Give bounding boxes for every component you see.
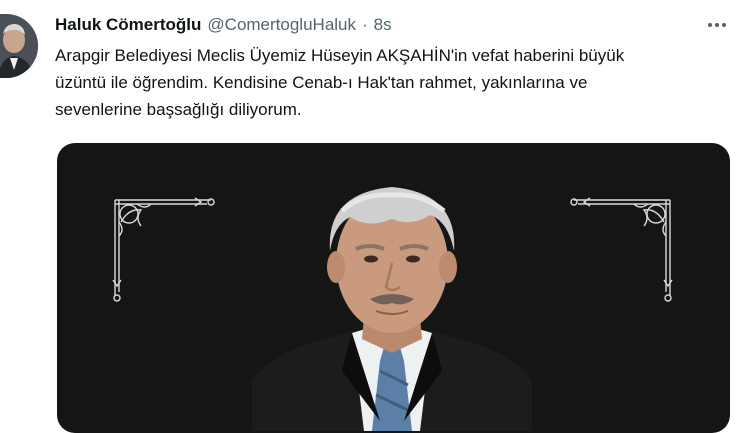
separator-dot: · — [362, 15, 368, 34]
corner-ornament-right — [570, 197, 673, 302]
author-name[interactable]: Haluk Cömertoğlu — [55, 15, 201, 35]
more-dot — [715, 23, 719, 27]
avatar[interactable] — [0, 14, 38, 78]
tweet-text-line: Arapgir Belediyesi Meclis Üyemiz Hüseyin… — [55, 46, 625, 65]
author-handle[interactable]: @ComertogluHaluk — [207, 15, 356, 35]
more-horizontal-icon[interactable] — [706, 14, 728, 36]
more-dot — [708, 23, 712, 27]
tweet-text-line: üzüntü ile öğrendim. Kendisine Cenab-ı H… — [55, 73, 588, 92]
tweet-media-image[interactable] — [57, 143, 730, 433]
corner-ornament-left — [112, 197, 215, 302]
more-dot — [722, 23, 726, 27]
tweet-timestamp[interactable]: 8s — [374, 15, 392, 35]
portrait-photo — [252, 187, 532, 431]
tweet-text: Arapgir Belediyesi Meclis Üyemiz Hüseyin… — [55, 42, 715, 123]
tweet: Haluk Cömertoğlu @ComertogluHaluk · 8s A… — [0, 0, 740, 433]
tweet-header: Haluk Cömertoğlu @ComertogluHaluk · 8s — [55, 12, 392, 38]
tweet-text-line: sevenlerine başsağlığı diliyorum. — [55, 100, 302, 119]
